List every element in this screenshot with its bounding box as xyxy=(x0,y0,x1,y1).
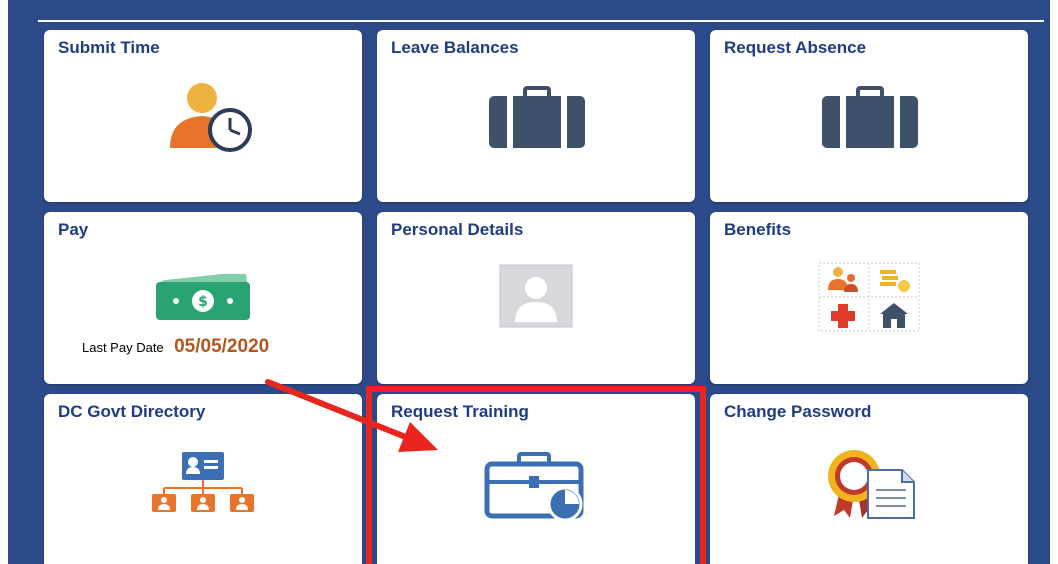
briefcase-icon xyxy=(487,86,587,150)
tile-dc-govt-directory[interactable]: DC Govt Directory xyxy=(44,394,362,564)
homepage-tile-grid: Submit Time Leave Balances Request Absen… xyxy=(8,0,1050,564)
benefits-grid-icon xyxy=(818,262,920,332)
header-divider xyxy=(38,20,1044,22)
money-icon: $ xyxy=(154,274,254,322)
last-pay-date-value: 05/05/2020 xyxy=(174,336,270,357)
tile-title: Submit Time xyxy=(58,38,160,57)
briefcase-icon xyxy=(820,86,920,150)
tile-title: Leave Balances xyxy=(391,38,519,57)
last-pay-date: Last Pay Date 05/05/2020 xyxy=(82,336,269,358)
tile-leave-balances[interactable]: Leave Balances xyxy=(377,30,695,202)
briefcase-chart-icon xyxy=(483,450,593,522)
tile-title: Request Training xyxy=(391,402,529,421)
tile-title: DC Govt Directory xyxy=(58,402,206,421)
avatar-placeholder-icon xyxy=(499,264,573,328)
tile-title: Request Absence xyxy=(724,38,867,57)
svg-text:$: $ xyxy=(198,294,208,310)
tile-title: Benefits xyxy=(724,220,792,239)
tile-title: Personal Details xyxy=(391,220,524,239)
last-pay-date-label: Last Pay Date xyxy=(82,340,164,355)
tile-request-training[interactable]: Request Training xyxy=(377,394,695,564)
person-clock-icon xyxy=(156,82,256,154)
tile-benefits[interactable]: Benefits xyxy=(710,212,1028,384)
org-chart-icon xyxy=(148,450,258,514)
tile-title: Change Password xyxy=(724,402,872,421)
tile-personal-details[interactable]: Personal Details xyxy=(377,212,695,384)
tile-change-password[interactable]: Change Password xyxy=(710,394,1028,564)
tile-title: Pay xyxy=(58,220,89,239)
tile-submit-time[interactable]: Submit Time xyxy=(44,30,362,202)
tile-pay[interactable]: Pay $ Last Pay Date 05/05/2020 xyxy=(44,212,362,384)
tile-request-absence[interactable]: Request Absence xyxy=(710,30,1028,202)
certificate-icon xyxy=(822,446,918,520)
